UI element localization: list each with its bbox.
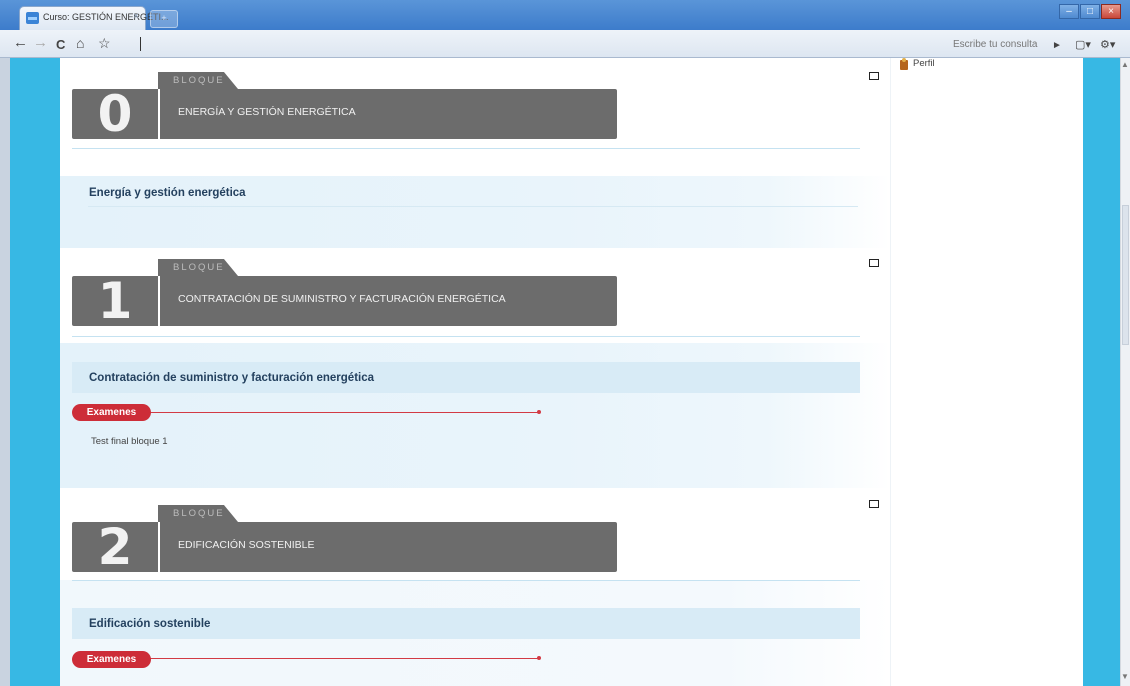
block-number: 1 [97,272,133,330]
new-tab-button[interactable]: + [150,10,178,28]
block-title: ENERGÍA Y GESTIÓN ENERGÉTICA [178,106,356,118]
scrollbar-thumb[interactable] [1122,205,1129,345]
exam-divider-line [150,412,540,413]
block-banner-1: BLOQUE 1 CONTRATACIÓN DE SUMINISTRO Y FA… [72,259,617,330]
site-favicon-icon [26,12,39,24]
vertical-scrollbar[interactable] [1120,58,1130,686]
exam-line-dot [537,656,541,660]
section-rule [72,336,860,337]
play-icon[interactable]: ► [1052,38,1062,54]
exam-divider-line [150,658,540,659]
browser-titlebar: Curso: GESTIÓN ENERGÉTI... × + – □ × [0,0,1130,30]
forward-arrow-icon[interactable]: → [33,35,48,51]
activity-link[interactable]: Test final bloque 1 [91,436,168,447]
scroll-down-arrow-icon[interactable]: ▼ [1121,672,1129,681]
page-menu-icon[interactable]: ▢▾ [1075,37,1091,53]
browser-tab[interactable]: Curso: GESTIÓN ENERGÉTI... × [19,6,169,30]
reload-icon[interactable]: C [56,37,65,53]
topic-heading[interactable]: Contratación de suministro y facturación… [89,372,374,384]
profile-link[interactable]: Perfil [913,58,935,69]
exam-label: Examenes [72,651,151,668]
block-number: 2 [97,518,133,576]
side-column [890,58,1083,686]
bookmark-star-icon[interactable]: ☆ [98,35,111,51]
tab-close-icon[interactable]: × [133,11,139,22]
search-hint[interactable]: Escribe tu consulta [953,39,1038,50]
browser-toolbar: ← → C ⌂ ☆ Escribe tu consulta ► ▢▾ ⚙▾ [0,30,1130,58]
wrench-menu-icon[interactable]: ⚙▾ [1100,37,1115,53]
block-title: EDIFICACIÓN SOSTENIBLE [178,539,315,551]
collapse-toggle-1[interactable] [869,259,879,267]
page-right-border [1083,58,1120,686]
topic-heading[interactable]: Energía y gestión energética [89,187,246,199]
collapse-toggle-2[interactable] [869,500,879,508]
close-window-button[interactable]: × [1101,4,1121,19]
block-banner-0: BLOQUE 0 ENERGÍA Y GESTIÓN ENERGÉTICA [72,72,617,143]
scroll-up-arrow-icon[interactable]: ▲ [1121,60,1129,69]
collapse-toggle-0[interactable] [869,72,879,80]
exam-line-dot [537,410,541,414]
section-rule [72,148,860,149]
maximize-button[interactable]: □ [1080,4,1100,19]
exam-label: Examenes [72,404,151,421]
home-icon[interactable]: ⌂ [76,35,84,51]
back-arrow-icon[interactable]: ← [13,35,28,51]
section-rule [72,580,860,581]
heading-underline [88,206,858,207]
profile-icon [900,58,908,70]
topic-heading[interactable]: Edificación sostenible [89,618,210,630]
block-number: 0 [97,85,133,143]
block-banner-2: BLOQUE 2 EDIFICACIÓN SOSTENIBLE [72,505,617,576]
block-title: CONTRATACIÓN DE SUMINISTRO Y FACTURACIÓN… [178,293,506,305]
page-left-border [10,58,60,686]
minimize-button[interactable]: – [1059,4,1079,19]
omnibox[interactable] [140,37,141,51]
